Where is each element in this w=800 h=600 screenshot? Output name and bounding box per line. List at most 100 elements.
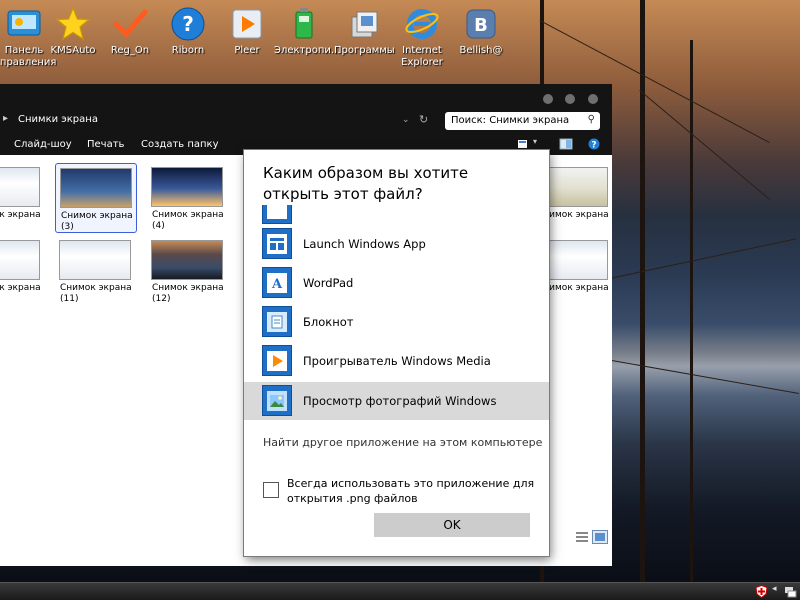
app-option-launch-windows-app[interactable]: Launch Windows App	[244, 225, 549, 263]
wordpad-icon-inner: A	[267, 272, 287, 293]
thumbnail-caption: Снимок экрана (3)	[61, 211, 133, 233]
thumbnail-image	[151, 167, 223, 207]
wordpad-icon: A	[262, 267, 292, 298]
refresh-icon[interactable]: ↻	[419, 113, 428, 126]
desktop-icon-programs[interactable]: Программы	[334, 5, 395, 75]
search-placeholder: Поиск: Снимки экрана	[451, 115, 570, 126]
help-icon[interactable]: ?	[588, 138, 602, 151]
thumbnail-item[interactable]: Снимок экрана (4)	[147, 163, 229, 233]
thumbnail-caption-line: (3)	[61, 222, 74, 232]
app-option-wordpad[interactable]: A WordPad	[244, 264, 549, 302]
view-options-icon[interactable]	[517, 138, 531, 150]
desktop-icon-label: Электропи...	[274, 45, 341, 56]
thumbnail-caption: Снимок экрана	[0, 283, 41, 293]
window-titlebar	[0, 84, 612, 108]
new-folder-button[interactable]: Создать папку	[141, 139, 219, 150]
notepad-icon-inner	[267, 311, 287, 332]
address-history-chevron-icon[interactable]: ⌄	[402, 115, 410, 125]
app-option-notepad[interactable]: Блокнот	[244, 303, 549, 341]
find-another-app-link[interactable]: Найти другое приложение на этом компьюте…	[263, 436, 542, 449]
thumbnail-caption-line: Снимок экрана	[152, 210, 224, 220]
close-button[interactable]	[588, 94, 598, 104]
desktop-icon-power[interactable]: Электропи...	[274, 5, 341, 75]
app-icon	[262, 205, 292, 224]
desktop-icon-pleer[interactable]: Pleer	[217, 5, 277, 75]
search-input[interactable]: Поиск: Снимки экрана ⚲	[445, 112, 600, 130]
minimize-button[interactable]	[543, 94, 553, 104]
ship-mast	[690, 40, 693, 600]
desktop-icon-label: Bellish@	[459, 45, 503, 56]
windows-media-icon-inner	[267, 350, 287, 371]
desktop-icon-label: Программы	[334, 45, 395, 56]
desktop-icon-bellish[interactable]: B Bellish@	[451, 5, 511, 75]
star-icon	[54, 5, 92, 43]
internet-explorer-icon	[403, 5, 441, 43]
thumbnail-item[interactable]: Снимок экрана	[0, 163, 46, 233]
print-button[interactable]: Печать	[87, 139, 124, 150]
vk-icon: B	[462, 5, 500, 43]
svg-text:?: ?	[591, 141, 596, 151]
open-with-dialog: Каким образом вы хотите открыть этот фай…	[244, 150, 549, 556]
desktop-icon-label: Internet Explorer	[401, 45, 443, 68]
svg-text:?: ?	[182, 12, 194, 36]
details-view-icon[interactable]	[575, 531, 589, 543]
desktop-icon-label: Riborn	[171, 45, 205, 56]
media-player-icon	[228, 5, 266, 43]
desktop-icon-kmsauto[interactable]: KMSAuto	[43, 5, 103, 75]
thumbnail-item[interactable]: Снимок экрана	[0, 236, 46, 306]
thumbnail-caption-line: Снимок экрана	[152, 283, 224, 293]
desktop-icon-internet-explorer[interactable]: Internet Explorer	[392, 5, 452, 75]
thumbnail-caption-line: Снимок экрана	[61, 211, 133, 221]
always-use-checkbox[interactable]	[263, 482, 279, 498]
app-label: Блокнот	[303, 315, 354, 329]
breadcrumb-separator-icon: ▸	[3, 113, 9, 124]
thumbnail-caption-line: (11)	[60, 294, 79, 304]
app-label: Проигрыватель Windows Media	[303, 354, 491, 368]
desktop-icon-label: Reg_On	[110, 45, 150, 56]
breadcrumb[interactable]: Снимки экрана	[18, 114, 98, 125]
dialog-title: Каким образом вы хотите открыть этот фай…	[263, 164, 469, 203]
preview-pane-icon[interactable]	[559, 138, 573, 150]
thumbnail-image	[59, 240, 131, 280]
checkmark-icon	[111, 5, 149, 43]
maximize-button[interactable]	[565, 94, 575, 104]
ship-rope	[600, 238, 796, 281]
app-option[interactable]	[244, 205, 549, 225]
desktop-icon-label: KMSAuto	[50, 45, 96, 56]
app-option-windows-media-player[interactable]: Проигрыватель Windows Media	[244, 342, 549, 380]
thumbnail-caption: Снимок экрана (11)	[60, 283, 132, 305]
thumbnail-image	[0, 240, 40, 280]
windows-media-icon	[262, 345, 292, 376]
photo-viewer-icon	[262, 385, 292, 416]
thumbnail-item[interactable]: Снимок экрана (11)	[55, 236, 137, 306]
ship-rope	[639, 90, 771, 201]
thumbnails-view-icon[interactable]	[592, 530, 608, 544]
thumbnail-item[interactable]: Снимок экрана (3)	[55, 163, 137, 233]
ok-button[interactable]: OK	[374, 513, 530, 537]
view-options-chevron-icon[interactable]: ▾	[533, 137, 541, 149]
battery-icon	[285, 5, 323, 43]
svg-text:A: A	[271, 277, 283, 291]
control-panel-icon	[5, 5, 43, 43]
app-label: Просмотр фотографий Windows	[303, 394, 497, 408]
slideshow-button[interactable]: Слайд-шоу	[14, 139, 72, 150]
desktop-icon-reg-on[interactable]: Reg_On	[100, 5, 160, 75]
app-option-windows-photo-viewer[interactable]: Просмотр фотографий Windows	[244, 382, 549, 420]
thumbnail-caption: Снимок экрана (12)	[152, 283, 224, 305]
thumbnail-caption-line: Снимок экрана	[60, 283, 132, 293]
always-use-label[interactable]: Всегда использовать это приложение для о…	[287, 476, 537, 506]
app-label: Launch Windows App	[303, 237, 426, 251]
app-icon-inner	[267, 205, 287, 219]
thumbnail-item[interactable]: Снимок экрана (12)	[147, 236, 229, 306]
address-bar[interactable]: ▸ Снимки экрана ⌄ ↻ Поиск: Снимки экрана…	[0, 110, 612, 132]
windows-app-icon-inner	[267, 233, 287, 254]
thumbnail-caption: Снимок экрана	[0, 210, 41, 220]
thumbnail-image	[60, 168, 132, 208]
photo-viewer-icon-inner	[267, 390, 287, 411]
desktop-icon-label: Pleer	[234, 45, 260, 56]
desktop-icon-riborn[interactable]: ? Riborn	[158, 5, 218, 75]
security-shield-icon[interactable]	[755, 584, 768, 599]
network-icon[interactable]	[784, 585, 797, 598]
help-icon: ?	[169, 5, 207, 43]
thumbnail-caption: Снимок экрана (4)	[152, 210, 224, 232]
